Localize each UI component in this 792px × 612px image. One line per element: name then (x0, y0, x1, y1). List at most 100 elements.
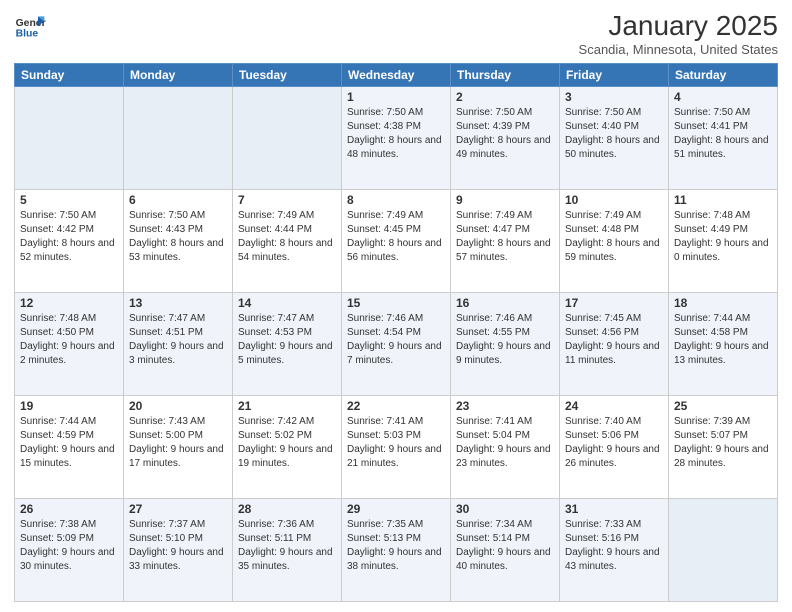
weekday-friday: Friday (560, 64, 669, 87)
calendar-cell: 8Sunrise: 7:49 AMSunset: 4:45 PMDaylight… (342, 190, 451, 293)
day-info: Sunrise: 7:50 AMSunset: 4:38 PMDaylight:… (347, 106, 445, 162)
calendar-cell: 1 Sunrise: 7:50 AMSunset: 4:38 PMDaylight… (342, 87, 451, 190)
calendar-cell: 4 Sunrise: 7:50 AMSunset: 4:41 PMDaylight… (669, 87, 778, 190)
day-info: Sunrise: 7:49 AMSunset: 4:44 PMDaylight:… (238, 209, 336, 265)
day-number: 24 (565, 399, 663, 413)
calendar-cell: 5 Sunrise: 7:50 AMSunset: 4:42 PMDaylight… (15, 190, 124, 293)
weekday-header-row: SundayMondayTuesdayWednesdayThursdayFrid… (15, 64, 778, 87)
day-info: Sunrise: 7:50 AMSunset: 4:43 PMDaylight:… (129, 209, 227, 265)
location-title: Scandia, Minnesota, United States (579, 42, 778, 57)
day-info: Sunrise: 7:48 AMSunset: 4:49 PMDaylight:… (674, 209, 772, 265)
weekday-tuesday: Tuesday (233, 64, 342, 87)
day-info: Sunrise: 7:36 AMSunset: 5:11 PMDaylight:… (238, 518, 336, 574)
calendar-cell: 16 Sunrise: 7:46 AMSunset: 4:55 PMDayligh… (451, 293, 560, 396)
day-info: Sunrise: 7:50 AMSunset: 4:40 PMDaylight:… (565, 106, 663, 162)
calendar-cell: 15 Sunrise: 7:46 AMSunset: 4:54 PMDayligh… (342, 293, 451, 396)
calendar-cell: 22 Sunrise: 7:41 AMSunset: 5:03 PMDayligh… (342, 396, 451, 499)
day-number: 20 (129, 399, 227, 413)
day-number: 1 (347, 90, 445, 104)
day-info: Sunrise: 7:47 AMSunset: 4:53 PMDaylight:… (238, 312, 336, 368)
day-number: 22 (347, 399, 445, 413)
calendar-cell: 25Sunrise: 7:39 AMSunset: 5:07 PMDayligh… (669, 396, 778, 499)
day-info: Sunrise: 7:35 AMSunset: 5:13 PMDaylight:… (347, 518, 445, 574)
calendar-cell: 6 Sunrise: 7:50 AMSunset: 4:43 PMDaylight… (124, 190, 233, 293)
day-info: Sunrise: 7:41 AMSunset: 5:03 PMDaylight:… (347, 415, 445, 471)
day-info: Sunrise: 7:46 AMSunset: 4:55 PMDaylight:… (456, 312, 554, 368)
weekday-wednesday: Wednesday (342, 64, 451, 87)
header: General Blue January 2025 Scandia, Minne… (14, 10, 778, 57)
calendar-cell: 3 Sunrise: 7:50 AMSunset: 4:40 PMDaylight… (560, 87, 669, 190)
day-info: Sunrise: 7:48 AMSunset: 4:50 PMDaylight:… (20, 312, 118, 368)
calendar-cell: 11 Sunrise: 7:48 AMSunset: 4:49 PMDayligh… (669, 190, 778, 293)
day-info: Sunrise: 7:49 AMSunset: 4:47 PMDaylight:… (456, 209, 554, 265)
day-number: 27 (129, 502, 227, 516)
title-area: January 2025 Scandia, Minnesota, United … (579, 10, 778, 57)
day-info: Sunrise: 7:42 AMSunset: 5:02 PMDaylight:… (238, 415, 336, 471)
calendar-cell (124, 87, 233, 190)
calendar-cell (15, 87, 124, 190)
generalblue-logo-icon: General Blue (14, 10, 46, 42)
day-number: 10 (565, 193, 663, 207)
day-info: Sunrise: 7:50 AMSunset: 4:42 PMDaylight:… (20, 209, 118, 265)
day-info: Sunrise: 7:40 AMSunset: 5:06 PMDaylight:… (565, 415, 663, 471)
weekday-saturday: Saturday (669, 64, 778, 87)
day-number: 23 (456, 399, 554, 413)
calendar-cell (233, 87, 342, 190)
calendar-table: SundayMondayTuesdayWednesdayThursdayFrid… (14, 63, 778, 602)
calendar-cell: 28 Sunrise: 7:36 AMSunset: 5:11 PMDayligh… (233, 499, 342, 602)
logo: General Blue (14, 10, 46, 42)
weekday-thursday: Thursday (451, 64, 560, 87)
calendar-cell: 20 Sunrise: 7:43 AMSunset: 5:00 PMDayligh… (124, 396, 233, 499)
day-number: 21 (238, 399, 336, 413)
day-info: Sunrise: 7:49 AMSunset: 4:45 PMDaylight:… (347, 209, 445, 265)
day-info: Sunrise: 7:45 AMSunset: 4:56 PMDaylight:… (565, 312, 663, 368)
week-row-1: 1 Sunrise: 7:50 AMSunset: 4:38 PMDaylight… (15, 87, 778, 190)
calendar-cell: 26 Sunrise: 7:38 AMSunset: 5:09 PMDayligh… (15, 499, 124, 602)
day-number: 30 (456, 502, 554, 516)
day-info: Sunrise: 7:41 AMSunset: 5:04 PMDaylight:… (456, 415, 554, 471)
calendar-cell: 14 Sunrise: 7:47 AMSunset: 4:53 PMDayligh… (233, 293, 342, 396)
day-number: 3 (565, 90, 663, 104)
day-info: Sunrise: 7:37 AMSunset: 5:10 PMDaylight:… (129, 518, 227, 574)
day-number: 6 (129, 193, 227, 207)
calendar-cell: 31 Sunrise: 7:33 AMSunset: 5:16 PMDayligh… (560, 499, 669, 602)
day-number: 12 (20, 296, 118, 310)
calendar-cell: 24 Sunrise: 7:40 AMSunset: 5:06 PMDayligh… (560, 396, 669, 499)
calendar-page: General Blue January 2025 Scandia, Minne… (0, 0, 792, 612)
day-number: 26 (20, 502, 118, 516)
calendar-cell: 13Sunrise: 7:47 AMSunset: 4:51 PMDayligh… (124, 293, 233, 396)
day-number: 16 (456, 296, 554, 310)
day-info: Sunrise: 7:38 AMSunset: 5:09 PMDaylight:… (20, 518, 118, 574)
day-number: 5 (20, 193, 118, 207)
day-number: 17 (565, 296, 663, 310)
day-number: 14 (238, 296, 336, 310)
day-info: Sunrise: 7:33 AMSunset: 5:16 PMDaylight:… (565, 518, 663, 574)
week-row-5: 26 Sunrise: 7:38 AMSunset: 5:09 PMDayligh… (15, 499, 778, 602)
calendar-cell: 7Sunrise: 7:49 AMSunset: 4:44 PMDaylight… (233, 190, 342, 293)
day-number: 31 (565, 502, 663, 516)
day-number: 15 (347, 296, 445, 310)
calendar-cell: 19Sunrise: 7:44 AMSunset: 4:59 PMDayligh… (15, 396, 124, 499)
week-row-3: 12 Sunrise: 7:48 AMSunset: 4:50 PMDayligh… (15, 293, 778, 396)
day-number: 25 (674, 399, 772, 413)
calendar-cell: 27 Sunrise: 7:37 AMSunset: 5:10 PMDayligh… (124, 499, 233, 602)
weekday-monday: Monday (124, 64, 233, 87)
calendar-cell: 30Sunrise: 7:34 AMSunset: 5:14 PMDayligh… (451, 499, 560, 602)
day-info: Sunrise: 7:46 AMSunset: 4:54 PMDaylight:… (347, 312, 445, 368)
day-info: Sunrise: 7:50 AMSunset: 4:39 PMDaylight:… (456, 106, 554, 162)
day-info: Sunrise: 7:49 AMSunset: 4:48 PMDaylight:… (565, 209, 663, 265)
day-number: 2 (456, 90, 554, 104)
calendar-cell: 23 Sunrise: 7:41 AMSunset: 5:04 PMDayligh… (451, 396, 560, 499)
calendar-cell: 18Sunrise: 7:44 AMSunset: 4:58 PMDayligh… (669, 293, 778, 396)
day-number: 13 (129, 296, 227, 310)
day-number: 4 (674, 90, 772, 104)
day-number: 28 (238, 502, 336, 516)
calendar-cell: 12 Sunrise: 7:48 AMSunset: 4:50 PMDayligh… (15, 293, 124, 396)
calendar-cell: 9Sunrise: 7:49 AMSunset: 4:47 PMDaylight… (451, 190, 560, 293)
calendar-cell: 2 Sunrise: 7:50 AMSunset: 4:39 PMDaylight… (451, 87, 560, 190)
day-info: Sunrise: 7:50 AMSunset: 4:41 PMDaylight:… (674, 106, 772, 162)
day-number: 11 (674, 193, 772, 207)
calendar-cell (669, 499, 778, 602)
day-info: Sunrise: 7:43 AMSunset: 5:00 PMDaylight:… (129, 415, 227, 471)
day-number: 19 (20, 399, 118, 413)
